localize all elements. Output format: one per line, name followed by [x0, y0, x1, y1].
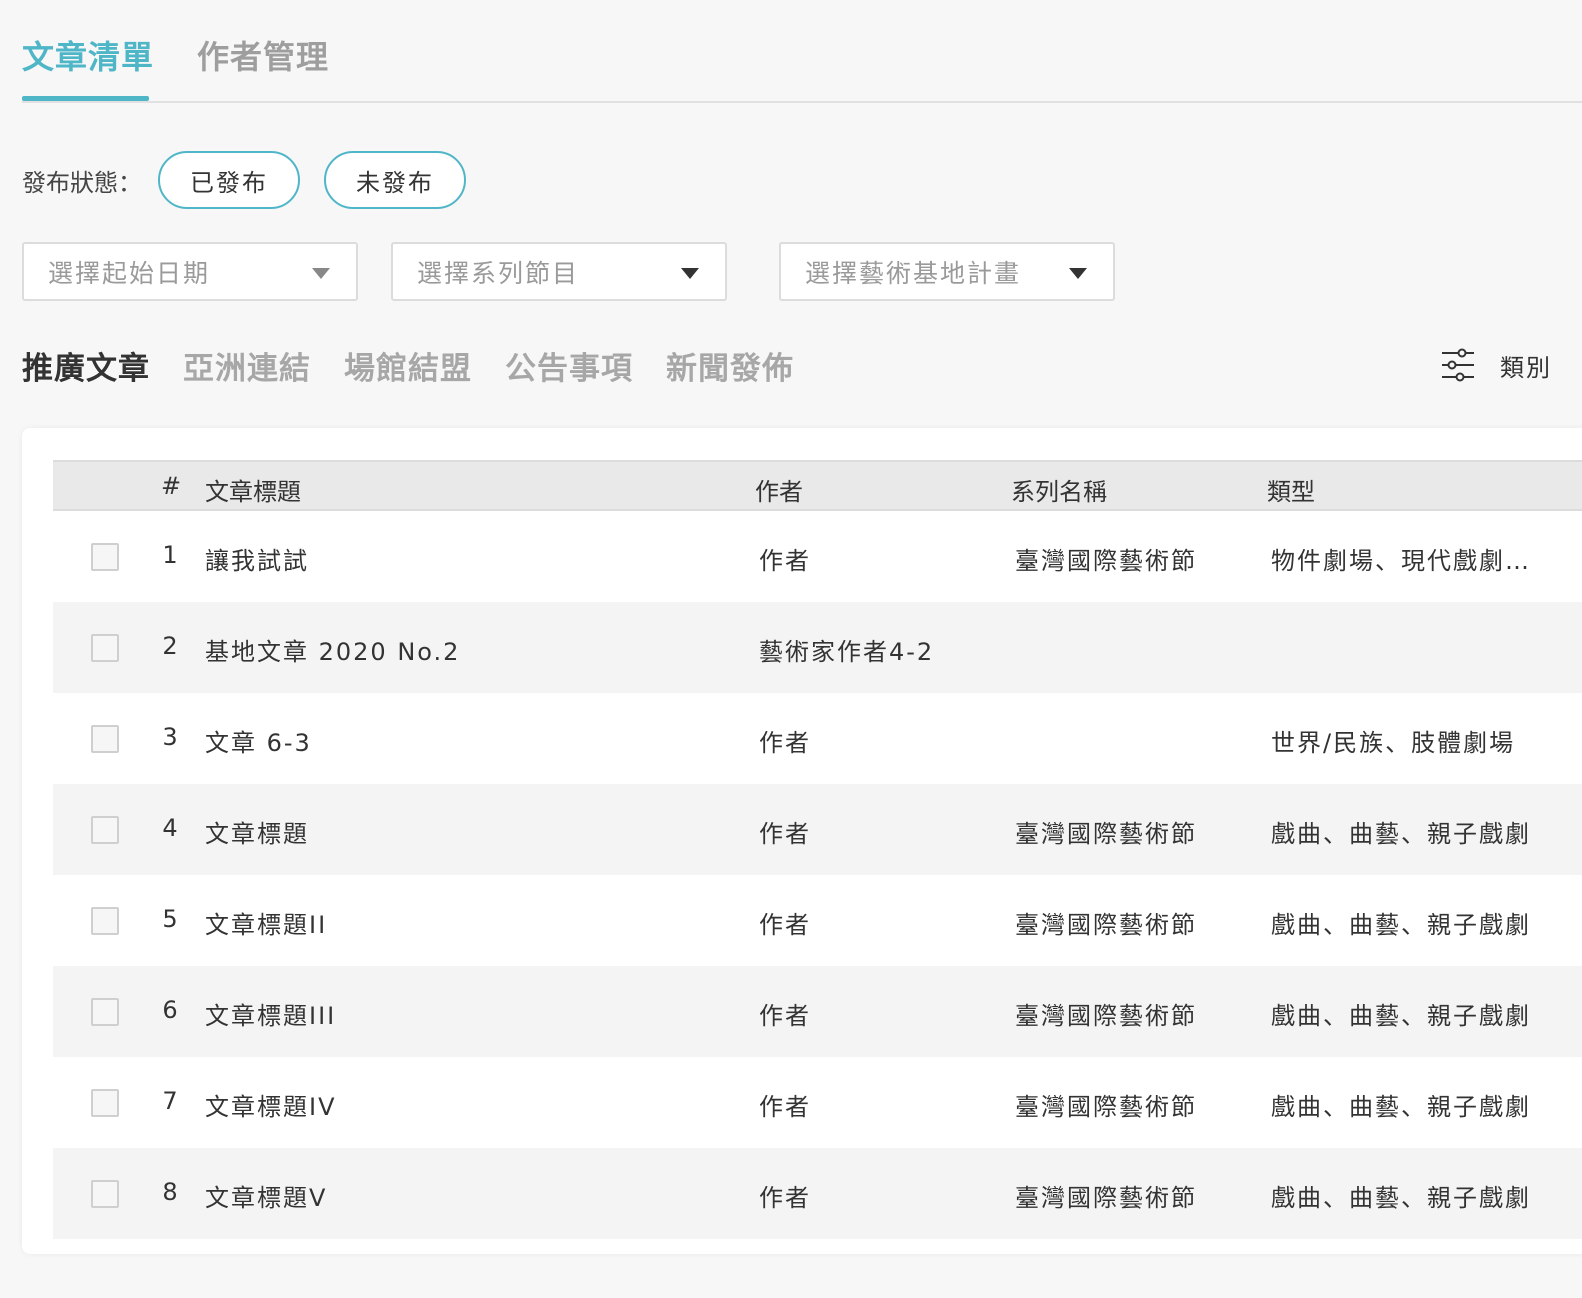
row-author: 作者	[759, 911, 811, 939]
published-button[interactable]: 已發布	[158, 151, 300, 209]
tab-author-management[interactable]: 作者管理	[197, 32, 329, 78]
tab-article-list[interactable]: 文章清單	[22, 32, 154, 78]
main-tabs: 文章清單 作者管理	[22, 0, 1582, 103]
tab-asia-connection[interactable]: 亞洲連結	[183, 343, 311, 393]
row-checkbox[interactable]	[91, 1180, 119, 1208]
row-type: 戲曲、曲藝、親子戲劇	[1271, 1184, 1531, 1212]
header-num: #	[161, 472, 182, 500]
row-title[interactable]: 文章標題IV	[205, 1087, 337, 1122]
row-type: 世界/民族、肢體劇場	[1271, 729, 1516, 757]
series-select[interactable]: 選擇系列節目	[391, 242, 727, 301]
row-series: 臺灣國際藝術節	[1015, 1184, 1197, 1212]
row-author: 作者	[759, 729, 811, 757]
tab-announcements[interactable]: 公告事項	[505, 343, 633, 393]
row-number: 5	[162, 905, 178, 933]
row-title[interactable]: 讓我試試	[205, 541, 309, 576]
row-type: 戲曲、曲藝、親子戲劇	[1271, 1093, 1531, 1121]
active-tab-indicator	[22, 96, 149, 101]
row-checkbox[interactable]	[91, 816, 119, 844]
tab-promotion-articles[interactable]: 推廣文章	[22, 343, 150, 393]
publish-status-filter: 發布狀態： 已發布 未發布	[22, 150, 490, 210]
row-checkbox[interactable]	[91, 998, 119, 1026]
table-row[interactable]: 1 讓我試試 作者 臺灣國際藝術節 物件劇場、現代戲劇…	[53, 511, 1582, 602]
row-checkbox[interactable]	[91, 907, 119, 935]
row-title[interactable]: 文章 6-3	[205, 723, 312, 758]
row-type: 戲曲、曲藝、親子戲劇	[1271, 911, 1531, 939]
chevron-down-icon	[1069, 268, 1087, 279]
header-series: 系列名稱	[1011, 478, 1107, 506]
publish-status-label: 發布狀態：	[22, 168, 142, 197]
row-type: 戲曲、曲藝、親子戲劇	[1271, 1002, 1531, 1030]
row-series: 臺灣國際藝術節	[1015, 820, 1197, 848]
series-placeholder: 選擇系列節目	[417, 258, 580, 288]
row-number: 6	[162, 996, 178, 1024]
row-series: 臺灣國際藝術節	[1015, 1002, 1197, 1030]
table-row[interactable]: 8 文章標題V 作者 臺灣國際藝術節 戲曲、曲藝、親子戲劇	[53, 1148, 1582, 1239]
article-table-card: # 文章標題 作者 系列名稱 類型 1 讓我試試 作者 臺灣國際藝術節 物件劇場…	[22, 428, 1582, 1254]
row-number: 2	[162, 632, 178, 660]
row-number: 1	[162, 541, 178, 569]
table-row[interactable]: 6 文章標題III 作者 臺灣國際藝術節 戲曲、曲藝、親子戲劇	[53, 966, 1582, 1057]
row-series: 臺灣國際藝術節	[1015, 1093, 1197, 1121]
row-number: 8	[162, 1178, 178, 1206]
row-title[interactable]: 文章標題III	[205, 996, 336, 1031]
row-title[interactable]: 文章標題II	[205, 905, 327, 940]
row-number: 4	[162, 814, 178, 842]
row-series: 臺灣國際藝術節	[1015, 547, 1197, 575]
sliders-icon	[1442, 348, 1474, 382]
chevron-down-icon	[681, 268, 699, 279]
header-type: 類型	[1267, 478, 1315, 506]
table-header: # 文章標題 作者 系列名稱 類型	[53, 460, 1582, 511]
category-filter-label: 類別	[1500, 353, 1552, 382]
row-type: 物件劇場、現代戲劇…	[1271, 547, 1531, 575]
unpublished-button[interactable]: 未發布	[324, 151, 466, 209]
category-filter-button[interactable]: 類別	[1440, 342, 1552, 388]
page: 文章清單 作者管理 發布狀態： 已發布 未發布 選擇起始日期 選擇系列節目 選擇…	[0, 0, 1582, 1298]
row-number: 7	[162, 1087, 178, 1115]
table-row[interactable]: 2 基地文章 2020 No.2 藝術家作者4-2	[53, 602, 1582, 693]
tab-news-release[interactable]: 新聞發佈	[666, 343, 794, 393]
chevron-down-icon	[312, 268, 330, 279]
row-type: 戲曲、曲藝、親子戲劇	[1271, 820, 1531, 848]
row-checkbox[interactable]	[91, 1089, 119, 1117]
row-checkbox[interactable]	[91, 725, 119, 753]
start-date-select[interactable]: 選擇起始日期	[22, 242, 358, 301]
row-title[interactable]: 基地文章 2020 No.2	[205, 632, 460, 667]
row-number: 3	[162, 723, 178, 751]
article-table: # 文章標題 作者 系列名稱 類型 1 讓我試試 作者 臺灣國際藝術節 物件劇場…	[53, 460, 1582, 1239]
row-checkbox[interactable]	[91, 543, 119, 571]
row-author: 作者	[759, 547, 811, 575]
row-author: 藝術家作者4-2	[759, 638, 935, 666]
art-base-project-placeholder: 選擇藝術基地計畫	[805, 258, 1022, 288]
table-row[interactable]: 5 文章標題II 作者 臺灣國際藝術節 戲曲、曲藝、親子戲劇	[53, 875, 1582, 966]
row-checkbox[interactable]	[91, 634, 119, 662]
row-author: 作者	[759, 820, 811, 848]
category-tabs: 推廣文章 亞洲連結 場館結盟 公告事項 新聞發佈	[22, 343, 827, 393]
table-row[interactable]: 7 文章標題IV 作者 臺灣國際藝術節 戲曲、曲藝、親子戲劇	[53, 1057, 1582, 1148]
row-author: 作者	[759, 1184, 811, 1212]
row-title[interactable]: 文章標題	[205, 814, 309, 849]
row-title[interactable]: 文章標題V	[205, 1178, 327, 1213]
table-row[interactable]: 3 文章 6-3 作者 世界/民族、肢體劇場	[53, 693, 1582, 784]
header-title: 文章標題	[205, 478, 301, 506]
tab-venue-alliance[interactable]: 場館結盟	[344, 343, 472, 393]
art-base-project-select[interactable]: 選擇藝術基地計畫	[779, 242, 1115, 301]
start-date-placeholder: 選擇起始日期	[48, 258, 211, 288]
header-author: 作者	[755, 478, 803, 506]
row-author: 作者	[759, 1002, 811, 1030]
row-series: 臺灣國際藝術節	[1015, 911, 1197, 939]
row-author: 作者	[759, 1093, 811, 1121]
table-row[interactable]: 4 文章標題 作者 臺灣國際藝術節 戲曲、曲藝、親子戲劇	[53, 784, 1582, 875]
